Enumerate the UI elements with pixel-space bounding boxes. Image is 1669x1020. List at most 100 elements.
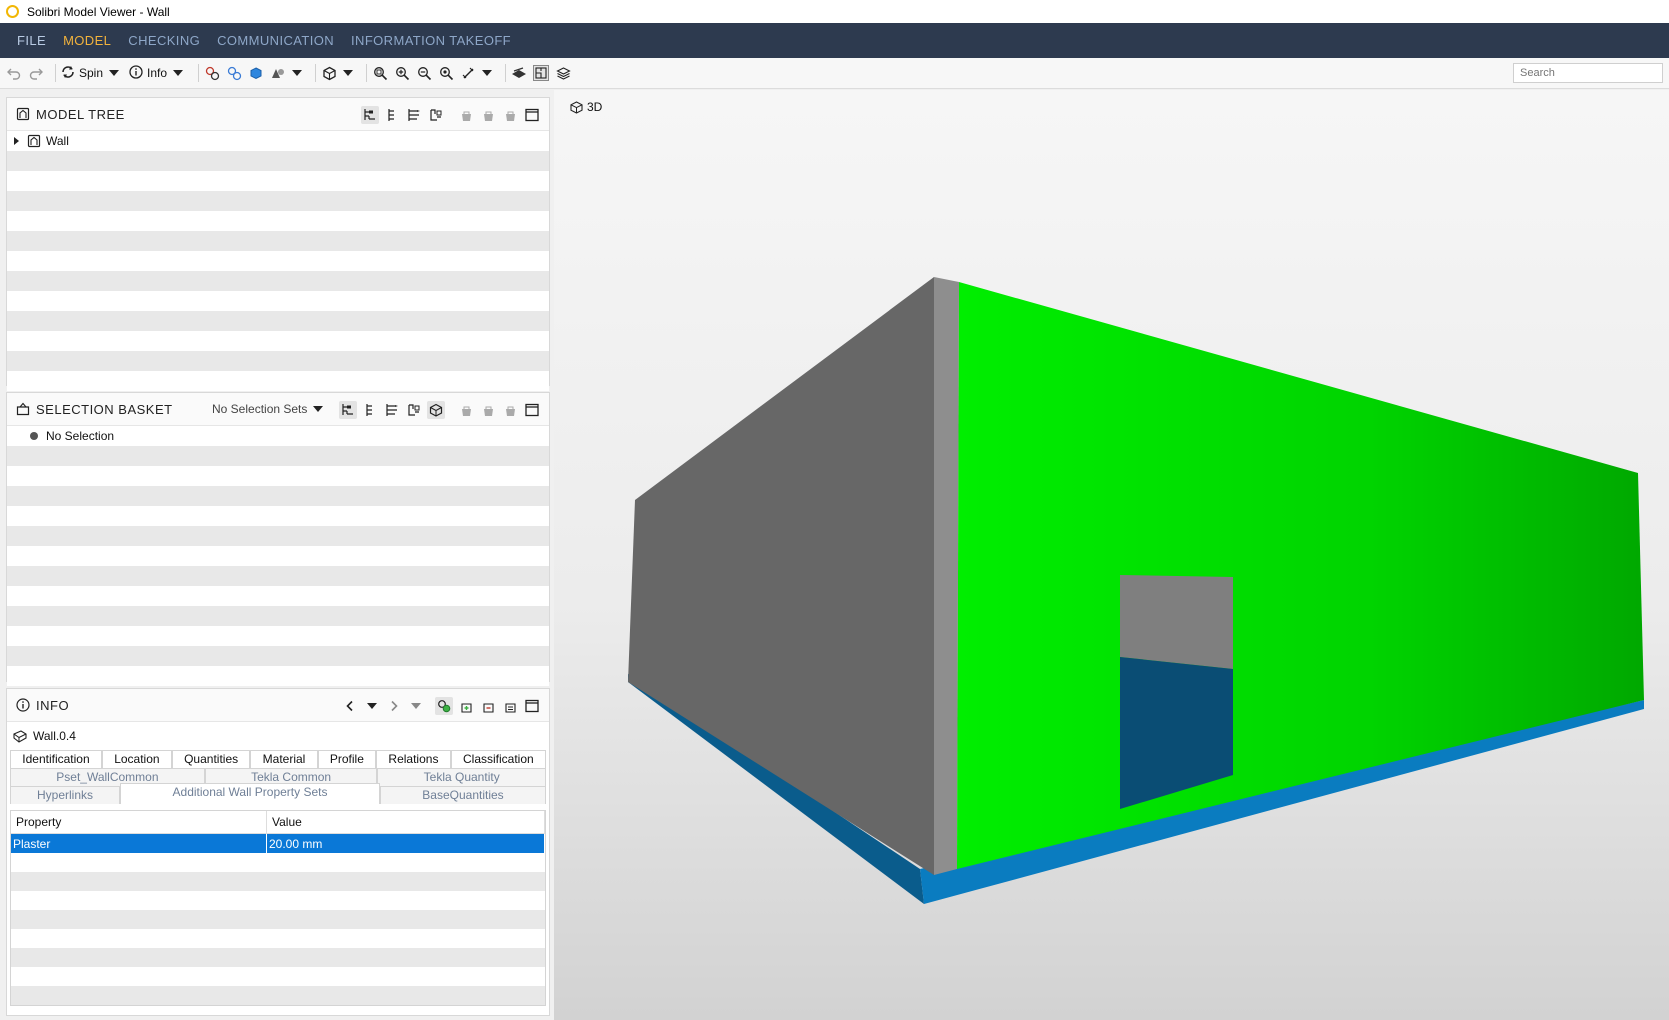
basket-replace-icon[interactable] (501, 401, 519, 419)
table-row (11, 986, 545, 1005)
menu-model[interactable]: MODEL (63, 33, 111, 48)
zoom-in-icon[interactable] (394, 65, 410, 81)
list-item (7, 546, 549, 566)
column-header-value[interactable]: Value (267, 811, 545, 833)
wall-component-icon (13, 729, 27, 743)
tab-tekla-quantity[interactable]: Tekla Quantity (377, 768, 546, 786)
spin-icon (61, 65, 75, 82)
tab-profile[interactable]: Profile (317, 750, 377, 768)
chevron-down-icon (173, 70, 184, 76)
layer-tree-icon[interactable] (405, 106, 423, 124)
section-plane-icon[interactable] (511, 65, 527, 81)
spin-button[interactable]: Spin (61, 65, 120, 82)
basket-add-icon[interactable] (457, 697, 475, 715)
floor-plan-icon[interactable] (533, 65, 550, 81)
list-item (7, 331, 549, 351)
chevron-down-icon[interactable] (343, 70, 354, 76)
maximize-panel-icon[interactable] (523, 697, 541, 715)
property-table-header: Property Value (11, 811, 545, 834)
wall-right-face[interactable] (957, 282, 1644, 869)
tree-node-wall[interactable]: Wall (7, 131, 549, 151)
basket-remove-icon[interactable] (479, 697, 497, 715)
tab-identification[interactable]: Identification (10, 750, 102, 768)
tab-material[interactable]: Material (250, 750, 318, 768)
info-tabs-row-3: Hyperlinks Additional Wall Property Sets… (10, 783, 546, 804)
view-cube-icon[interactable] (321, 65, 337, 81)
measure-icon[interactable] (460, 65, 476, 81)
toolbar-divider (315, 64, 317, 82)
tab-additional-wall-property-sets[interactable]: Additional Wall Property Sets (120, 783, 380, 804)
chevron-down-icon (109, 70, 120, 76)
basket-remove-icon[interactable] (479, 401, 497, 419)
chevron-down-icon[interactable] (292, 70, 303, 76)
isolate-icon[interactable] (248, 65, 264, 81)
tab-hyperlinks[interactable]: Hyperlinks (10, 786, 120, 804)
view-3d-icon[interactable] (427, 401, 445, 419)
3d-model-scene[interactable] (554, 90, 1669, 1020)
chevron-down-icon[interactable] (407, 697, 425, 715)
classification-tree-icon[interactable] (427, 106, 445, 124)
maximize-panel-icon[interactable] (523, 401, 541, 419)
no-selection-label: No Selection (46, 429, 115, 443)
info-object-name: Wall.0.4 (33, 729, 76, 743)
layers-icon[interactable] (555, 65, 571, 81)
basket-remove-icon[interactable] (479, 106, 497, 124)
3d-viewport[interactable]: 3D (554, 90, 1669, 1020)
expand-arrow-icon[interactable] (14, 137, 19, 145)
info-icon (129, 64, 143, 82)
wall-end-face[interactable] (934, 277, 959, 875)
building-icon (15, 107, 30, 122)
component-tree-icon[interactable] (361, 401, 379, 419)
selection-sets-label: No Selection Sets (212, 402, 308, 416)
tab-location[interactable]: Location (101, 750, 172, 768)
basket-add-icon[interactable] (457, 106, 475, 124)
zoom-selected-icon[interactable] (438, 65, 454, 81)
component-tree-icon[interactable] (383, 106, 401, 124)
search-input[interactable] (1513, 63, 1663, 83)
select-components-icon[interactable] (204, 65, 220, 81)
layer-tree-icon[interactable] (383, 401, 401, 419)
table-row[interactable]: Plaster 20.00 mm (11, 834, 545, 853)
link-selection-icon[interactable] (435, 697, 453, 715)
undo-icon[interactable] (6, 65, 22, 81)
property-table-empty-rows (11, 853, 545, 1005)
selection-basket-header: SELECTION BASKET No Selection Sets (7, 393, 549, 426)
3d-view-label[interactable]: 3D (570, 100, 602, 114)
basket-add-icon[interactable] (457, 401, 475, 419)
list-item (7, 291, 549, 311)
hide-components-icon[interactable] (226, 65, 242, 81)
selection-basket-list: No Selection (7, 426, 549, 686)
redo-icon[interactable] (28, 65, 44, 81)
chevron-down-icon[interactable] (363, 697, 381, 715)
maximize-panel-icon[interactable] (523, 106, 541, 124)
spatial-tree-icon[interactable] (339, 401, 357, 419)
chevron-down-icon[interactable] (482, 70, 493, 76)
tab-classification[interactable]: Classification (450, 750, 546, 768)
basket-replace-icon[interactable] (501, 106, 519, 124)
tab-basequantities[interactable]: BaseQuantities (380, 786, 546, 804)
classification-tree-icon[interactable] (405, 401, 423, 419)
info-button[interactable]: Info (129, 64, 184, 82)
tab-quantities[interactable]: Quantities (171, 750, 251, 768)
forward-icon[interactable] (385, 697, 403, 715)
spatial-tree-icon[interactable] (361, 106, 379, 124)
menu-checking[interactable]: CHECKING (128, 33, 200, 48)
zoom-to-fit-icon[interactable] (372, 65, 388, 81)
back-icon[interactable] (341, 697, 359, 715)
basket-replace-icon[interactable] (501, 697, 519, 715)
tab-relations[interactable]: Relations (376, 750, 451, 768)
tree-node-label: Wall (46, 134, 69, 148)
list-item (7, 506, 549, 526)
selection-basket-tools (335, 401, 541, 419)
column-header-property[interactable]: Property (11, 811, 267, 833)
door-opening-top[interactable] (1120, 575, 1233, 669)
menu-file[interactable]: FILE (17, 33, 46, 48)
transparency-icon[interactable] (270, 65, 286, 81)
menu-information-takeoff[interactable]: INFORMATION TAKEOFF (351, 33, 511, 48)
selection-sets-dropdown[interactable]: No Selection Sets (212, 402, 324, 416)
table-row (11, 891, 545, 910)
info-header: INFO (7, 689, 549, 722)
zoom-out-icon[interactable] (416, 65, 432, 81)
menu-communication[interactable]: COMMUNICATION (217, 33, 334, 48)
info-label: Info (147, 66, 168, 80)
